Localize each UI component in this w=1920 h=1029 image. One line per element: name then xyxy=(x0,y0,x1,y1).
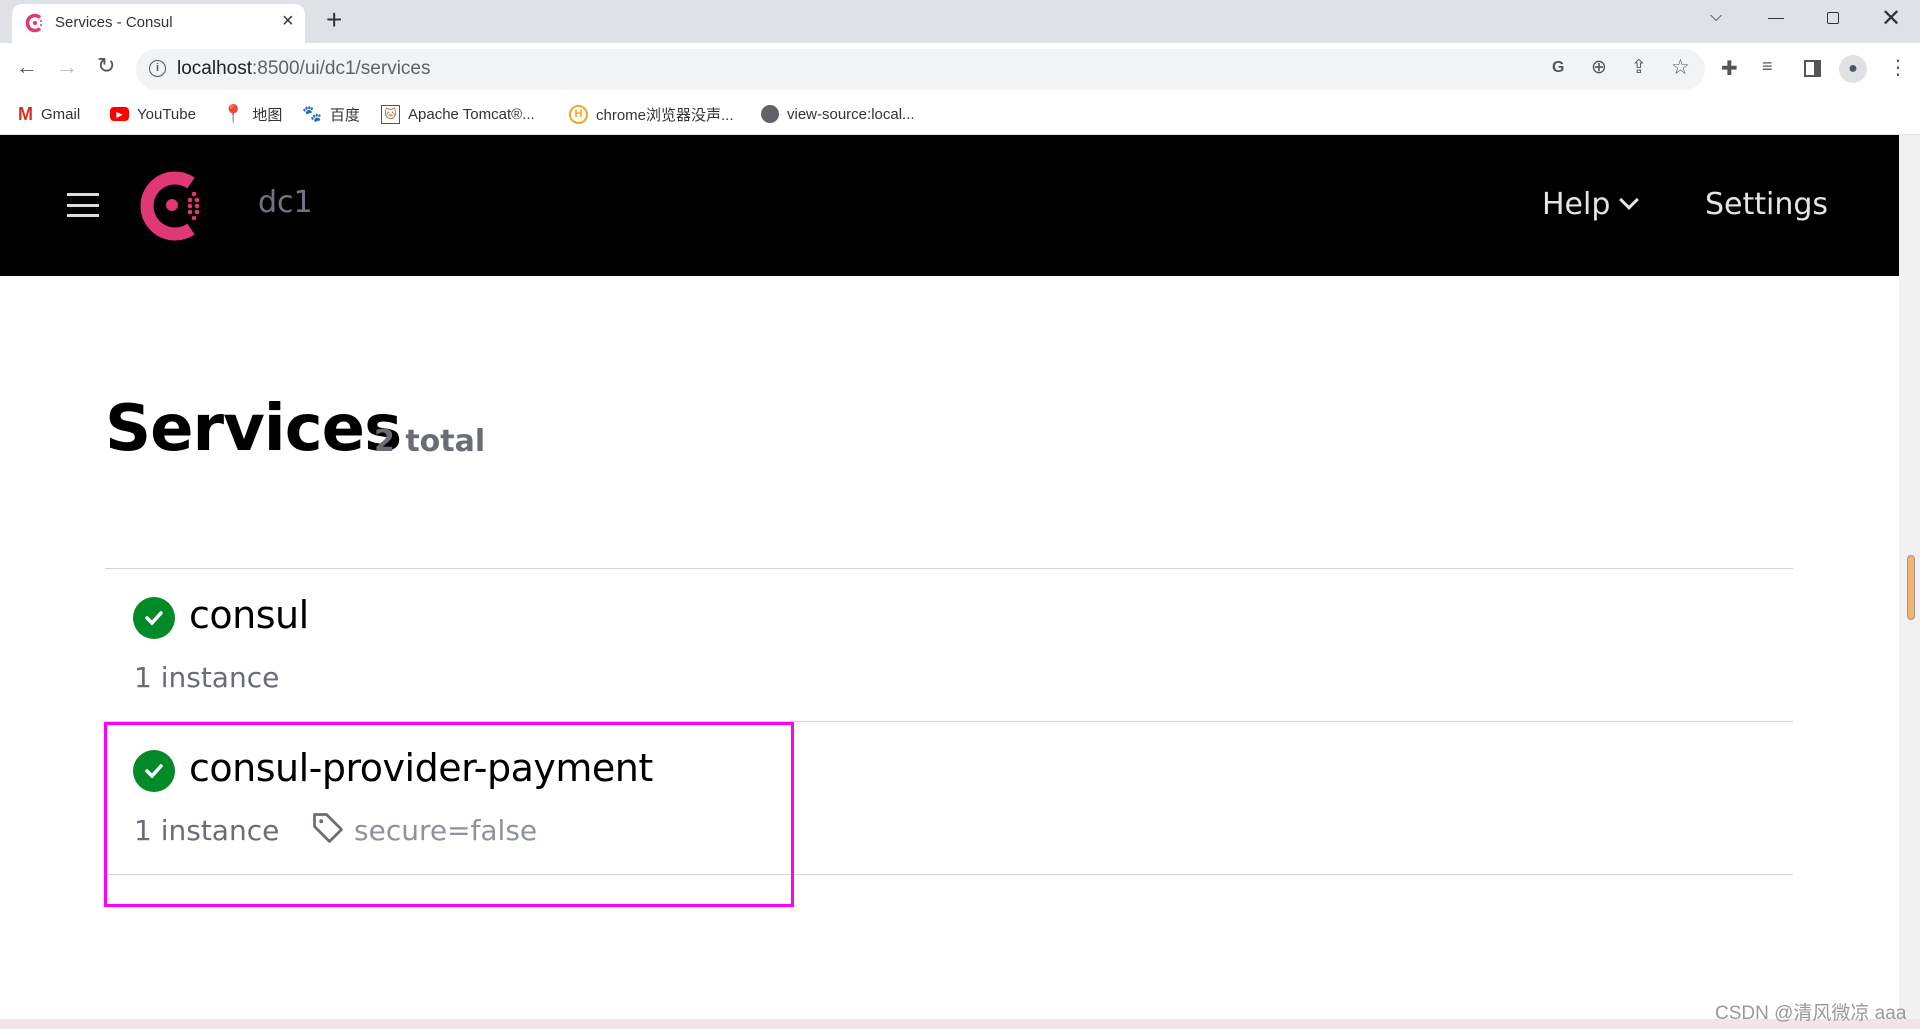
help-menu[interactable]: Help xyxy=(1542,187,1640,222)
help-label: Help xyxy=(1542,187,1611,222)
chrome-menu-icon[interactable]: ⋮ xyxy=(1888,55,1908,80)
bookmark-view-source[interactable]: view-source:local... xyxy=(761,103,915,125)
new-tab-icon[interactable]: + xyxy=(326,4,342,36)
service-row-consul[interactable]: consul 1 instance xyxy=(105,569,1793,721)
bookmark-gmail[interactable]: M Gmail xyxy=(18,103,80,125)
url-text[interactable]: localhost:8500/ui/dc1/services xyxy=(177,58,431,80)
browser-tab[interactable]: Services - Consul × xyxy=(12,4,305,43)
hamburger-menu-icon[interactable] xyxy=(67,193,99,217)
page-scrollbar[interactable] xyxy=(1899,135,1920,1019)
bookmark-label: 地图 xyxy=(252,106,283,124)
bookmark-label: Gmail xyxy=(41,105,81,123)
forward-icon[interactable]: → xyxy=(56,54,78,80)
bookmark-baidu[interactable]: 🐾 百度 xyxy=(302,103,360,125)
maps-icon: 📍 xyxy=(222,103,245,124)
settings-link[interactable]: Settings xyxy=(1705,187,1828,222)
bookmark-label: Apache Tomcat®... xyxy=(408,105,535,123)
consul-favicon-icon xyxy=(25,13,45,33)
page-title: Services xyxy=(105,392,402,466)
passing-check-icon xyxy=(133,597,175,639)
tab-search-chevron-icon[interactable]: ⌵ xyxy=(1710,8,1722,26)
instance-count: 1 instance xyxy=(134,661,280,694)
site-info-icon[interactable]: i xyxy=(149,60,166,77)
share-icon[interactable]: ⇪ xyxy=(1631,56,1647,79)
bookmark-label: chrome浏览器没声... xyxy=(596,106,734,124)
bookmark-tomcat[interactable]: 🐱 Apache Tomcat®... xyxy=(381,103,535,125)
bookmark-youtube[interactable]: ▶ YouTube xyxy=(110,103,196,125)
chevron-down-icon xyxy=(1619,189,1640,210)
zoom-icon[interactable]: ⊕ xyxy=(1591,56,1607,79)
watermark: CSDN @清风微凉 aaa xyxy=(1715,1003,1907,1024)
consul-logo-icon[interactable] xyxy=(139,171,209,246)
bookmark-label: 百度 xyxy=(329,106,360,124)
services-count: 2 total xyxy=(374,424,486,459)
profile-avatar-icon[interactable]: ● xyxy=(1839,55,1867,83)
bookmark-label: YouTube xyxy=(137,105,196,123)
gmail-icon: M xyxy=(18,103,33,124)
bookmarks-bar xyxy=(0,92,1920,135)
scrollbar-thumb[interactable] xyxy=(1907,555,1915,620)
side-panel-icon[interactable] xyxy=(1804,60,1821,77)
bookmark-label: view-source:local... xyxy=(787,105,915,123)
reload-icon[interactable]: ↻ xyxy=(97,53,115,79)
youtube-icon: ▶ xyxy=(110,107,129,121)
tab-close-icon[interactable]: × xyxy=(282,10,294,33)
extensions-icon[interactable]: ✚ xyxy=(1721,56,1738,81)
window-close-icon[interactable]: ✕ xyxy=(1881,4,1901,33)
baidu-icon: 🐾 xyxy=(302,106,322,123)
address-bar[interactable]: i localhost:8500/ui/dc1/services G ⊕ ⇪ ☆ xyxy=(136,49,1705,90)
chrome-help-icon: H xyxy=(569,104,588,124)
highlight-box xyxy=(104,722,794,907)
restore-icon[interactable] xyxy=(1827,12,1839,24)
bookmark-chrome-help[interactable]: Hchrome浏览器没声... xyxy=(569,103,734,125)
tab-title: Services - Consul xyxy=(55,14,173,31)
bottom-strip xyxy=(0,1019,1920,1029)
minimize-icon[interactable] xyxy=(1768,18,1784,19)
bookmark-star-icon[interactable]: ☆ xyxy=(1671,55,1690,80)
back-icon[interactable]: ← xyxy=(16,54,38,80)
globe-icon xyxy=(761,105,779,123)
consul-header: dc1 Help Settings xyxy=(0,135,1899,276)
bookmark-maps[interactable]: 📍 地图 xyxy=(222,103,282,125)
media-control-icon[interactable]: ≡ xyxy=(1762,56,1773,77)
translate-icon[interactable]: G xyxy=(1552,59,1564,77)
service-name[interactable]: consul xyxy=(189,593,309,637)
tomcat-icon: 🐱 xyxy=(381,104,400,124)
datacenter-selector[interactable]: dc1 xyxy=(258,185,313,220)
